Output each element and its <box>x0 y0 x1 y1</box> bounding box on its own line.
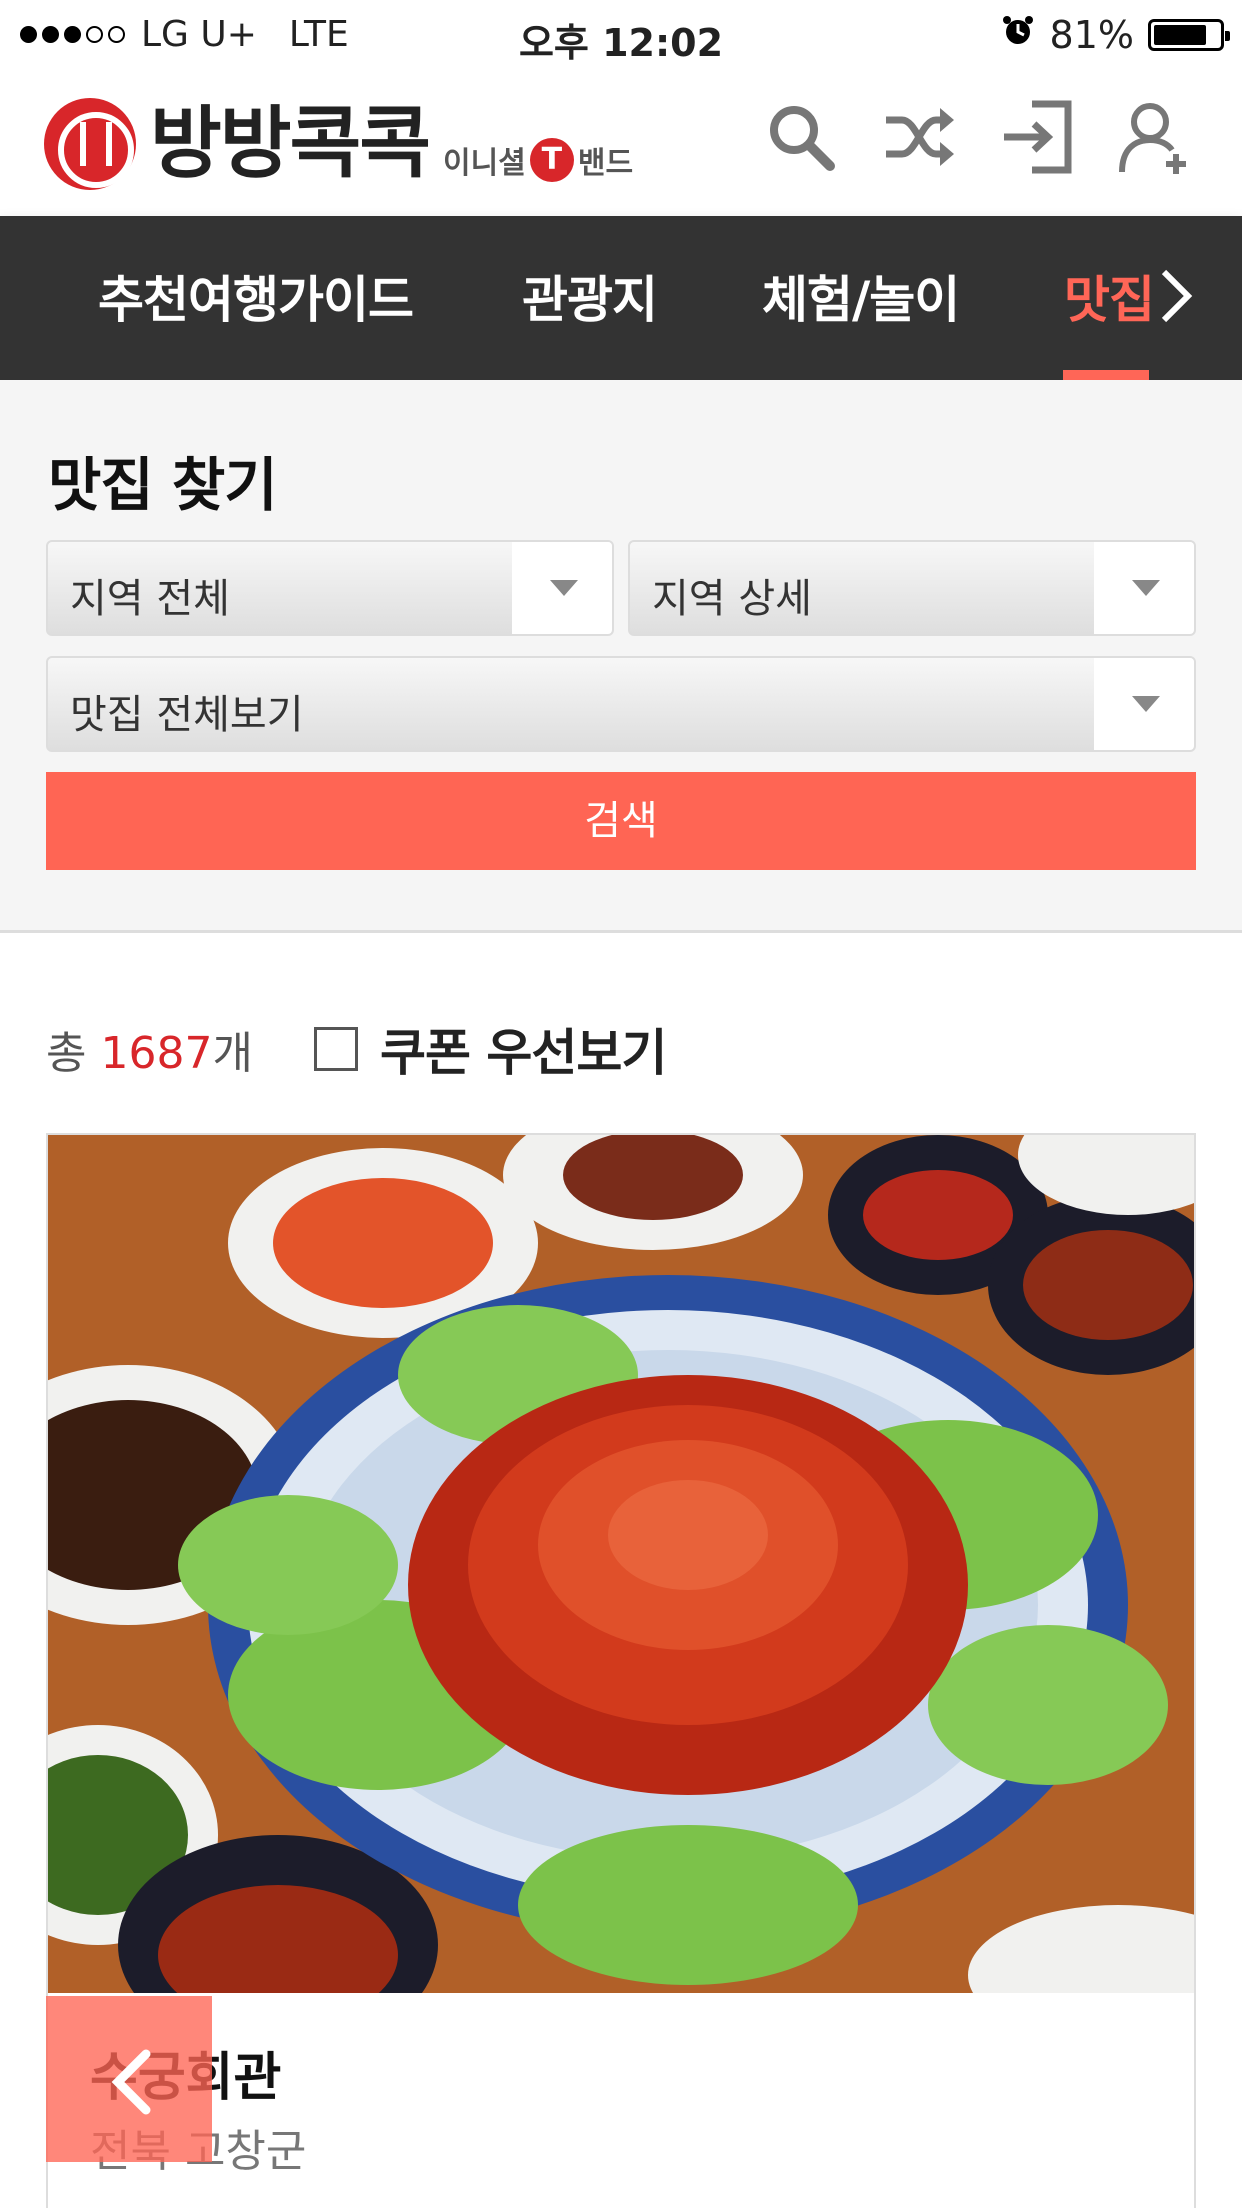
category-select-value: 맛집 전체보기 <box>70 692 304 738</box>
count-prefix: 총 <box>46 1028 87 1079</box>
nav-tab-guide[interactable]: 추천여행가이드 <box>98 260 414 332</box>
add-user-icon[interactable] <box>1116 98 1194 176</box>
logo-seal-icon <box>44 98 136 190</box>
chevron-down-icon <box>512 542 612 634</box>
coupon-first-toggle[interactable]: 쿠폰 우선보기 <box>314 1013 667 1085</box>
status-right: 81% <box>1000 12 1230 57</box>
chevron-left-icon <box>111 2049 151 2115</box>
logo-text: 방방콕콕 <box>150 99 431 189</box>
back-button[interactable] <box>46 1996 212 2162</box>
restaurant-search: 맛집 찾기 지역 전체 지역 상세 맛집 전체보기 검색 <box>0 380 1242 933</box>
coupon-label: 쿠폰 우선보기 <box>380 1024 667 1082</box>
result-count: 총 1687개 <box>46 1017 253 1081</box>
app-header: 방방콕콕 이니셜 T 밴드 <box>0 68 1242 216</box>
search-button[interactable]: 검색 <box>46 772 1196 870</box>
battery-icon <box>1148 18 1230 51</box>
coupon-checkbox[interactable] <box>314 1027 358 1071</box>
logo-sub-right: 밴드 <box>577 146 634 181</box>
nav-tab-attractions[interactable]: 관광지 <box>522 260 658 332</box>
login-icon[interactable] <box>998 98 1076 176</box>
chevron-down-icon <box>1094 542 1194 634</box>
region-select[interactable]: 지역 전체 <box>46 540 614 636</box>
battery-percent: 81% <box>1049 12 1134 57</box>
restaurant-card[interactable]: 수궁회관 전북 고창군 <box>46 1133 1196 2208</box>
site-logo[interactable]: 방방콕콕 이니셜 T 밴드 <box>44 98 633 190</box>
count-suffix: 개 <box>212 1028 253 1079</box>
count-number: 1687 <box>100 1028 213 1079</box>
category-nav: 추천여행가이드 관광지 체험/놀이 맛집 <box>0 216 1242 380</box>
page-title: 맛집 찾기 <box>48 451 278 519</box>
result-bar: 총 1687개 쿠폰 우선보기 <box>0 933 1242 1133</box>
logo-subtitle: 이니셜 T 밴드 <box>443 138 633 182</box>
header-icons <box>762 98 1194 176</box>
nav-active-indicator <box>1063 370 1149 380</box>
region-detail-select-value: 지역 상세 <box>652 576 812 622</box>
shuffle-icon[interactable] <box>880 98 958 176</box>
alarm-icon <box>1000 12 1036 57</box>
chevron-right-icon[interactable] <box>1156 266 1196 326</box>
nav-tab-experience[interactable]: 체험/놀이 <box>762 260 960 332</box>
category-select[interactable]: 맛집 전체보기 <box>46 656 1196 752</box>
nav-tab-restaurants[interactable]: 맛집 <box>1064 260 1155 332</box>
search-icon[interactable] <box>762 98 840 176</box>
status-bar: LG U+ LTE 오후 12:02 81% <box>0 0 1242 68</box>
region-select-value: 지역 전체 <box>70 576 230 622</box>
logo-sub-left: 이니셜 <box>443 146 526 181</box>
battery-fill <box>1154 24 1206 45</box>
chevron-down-icon <box>1094 658 1194 750</box>
restaurant-photo[interactable] <box>48 1135 1194 1993</box>
region-detail-select[interactable]: 지역 상세 <box>628 540 1196 636</box>
logo-t-badge: T <box>529 138 574 182</box>
